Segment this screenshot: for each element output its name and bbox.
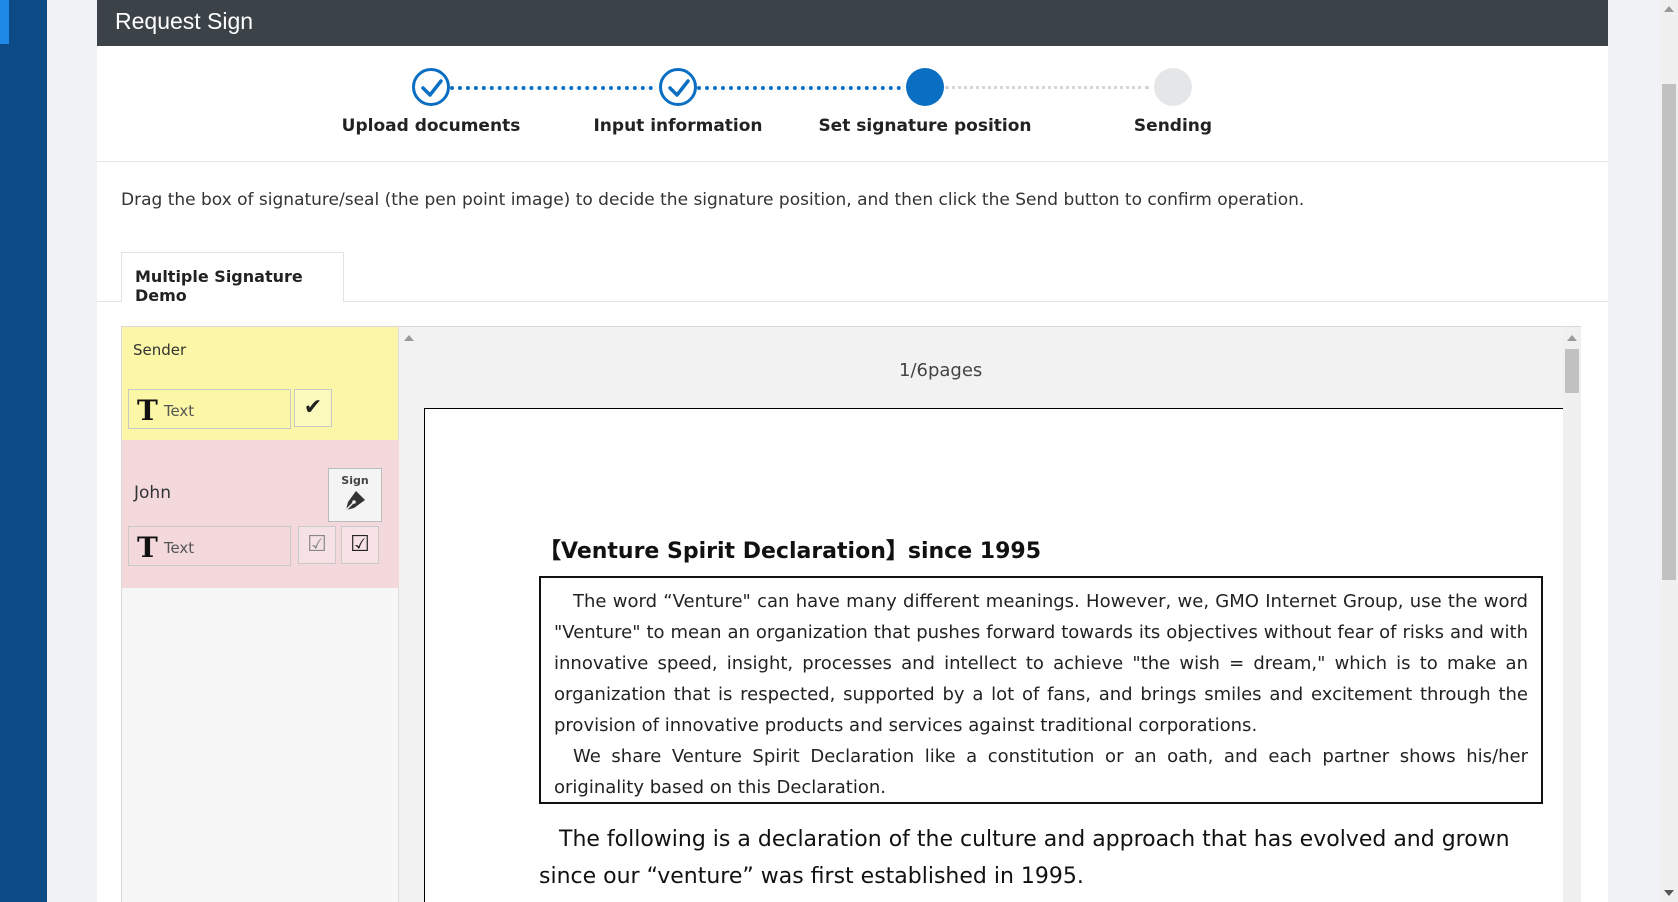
- declaration-box: The word “Venture" can have many differe…: [539, 576, 1543, 804]
- step-upload-documents: Upload documents: [321, 68, 541, 136]
- document-page[interactable]: 【Venture Spirit Declaration】since 1995 T…: [424, 408, 1563, 902]
- document-tabs: Multiple Signature Demo: [97, 252, 1608, 305]
- pen-nib-icon: [345, 491, 365, 511]
- step-set-signature-position: Set signature position: [815, 68, 1035, 136]
- step-label: Upload documents: [341, 116, 521, 136]
- check-circle-icon: [659, 68, 697, 106]
- john-checkbox-draggable-1[interactable]: ☑: [298, 526, 336, 564]
- page-scrollbar-thumb[interactable]: [1662, 84, 1676, 580]
- declaration-paragraph: The word “Venture" can have many differe…: [554, 591, 1528, 736]
- instruction-text: Drag the box of signature/seal (the pen …: [121, 190, 1305, 210]
- scroll-down-arrow-icon[interactable]: [1664, 890, 1674, 896]
- step-input-information: Input information: [568, 68, 788, 136]
- step-label: Input information: [593, 116, 763, 136]
- text-field-icon: T: [137, 531, 158, 564]
- page-title: Request Sign: [97, 0, 1608, 46]
- viewer-scrollbar-thumb[interactable]: [1565, 349, 1579, 393]
- check-circle-icon: [412, 68, 450, 106]
- text-field-label: Text: [163, 401, 195, 420]
- viewer-scrollbar[interactable]: [1563, 327, 1581, 902]
- page-counter: 1/6pages: [899, 360, 983, 381]
- sender-name: Sender: [133, 341, 187, 359]
- signature-workspace: Sender T Text ✔ John Sign T Text ☑ ☑ 1/6…: [121, 326, 1581, 902]
- checkbox-check-icon: ☑: [307, 532, 327, 557]
- progress-stepper: Upload documents Input information Set s…: [97, 46, 1608, 162]
- sender-checkbox-draggable[interactable]: ✔: [294, 389, 332, 427]
- john-checkbox-draggable-2[interactable]: ☑: [341, 526, 379, 564]
- document-title: 【Venture Spirit Declaration】since 1995: [539, 539, 1042, 564]
- john-signature-draggable[interactable]: Sign: [328, 468, 382, 522]
- scroll-up-arrow-icon[interactable]: [1664, 6, 1674, 12]
- left-nav: [0, 0, 47, 902]
- step-label: Sending: [1133, 116, 1213, 136]
- john-name: John: [134, 483, 171, 503]
- sender-text-field-draggable[interactable]: T Text: [128, 389, 291, 429]
- text-field-label: Text: [163, 538, 195, 557]
- checkmark-icon: ✔: [303, 395, 323, 420]
- request-sign-panel: Request Sign Upload documents Input info…: [97, 0, 1608, 902]
- viewer-scroll-up-icon[interactable]: [404, 335, 414, 341]
- document-viewer: 1/6pages 【Venture Spirit Declaration】sin…: [399, 327, 1581, 902]
- viewer-scrollbar-up-icon[interactable]: [1567, 335, 1577, 341]
- checkbox-check-icon: ☑: [350, 532, 370, 557]
- sender-block: Sender T Text ✔: [122, 327, 398, 440]
- john-text-field-draggable[interactable]: T Text: [128, 526, 291, 566]
- active-step-dot-icon: [906, 68, 944, 106]
- step-label: Set signature position: [818, 116, 1032, 136]
- sign-label: Sign: [341, 474, 369, 487]
- left-nav-active-indicator: [0, 0, 9, 44]
- step-sending: Sending: [1063, 68, 1283, 136]
- document-paragraph: The following is a declaration of the cu…: [539, 827, 1510, 889]
- tab-multiple-signature-demo[interactable]: Multiple Signature Demo: [121, 252, 344, 305]
- declaration-paragraph: We share Venture Spirit Declaration like…: [554, 746, 1528, 798]
- signer-sidebar: Sender T Text ✔ John Sign T Text ☑ ☑: [122, 327, 399, 902]
- john-block: John Sign T Text ☑ ☑: [122, 440, 399, 588]
- pending-step-dot-icon: [1154, 68, 1192, 106]
- text-field-icon: T: [137, 394, 158, 427]
- page-scrollbar[interactable]: [1660, 0, 1678, 902]
